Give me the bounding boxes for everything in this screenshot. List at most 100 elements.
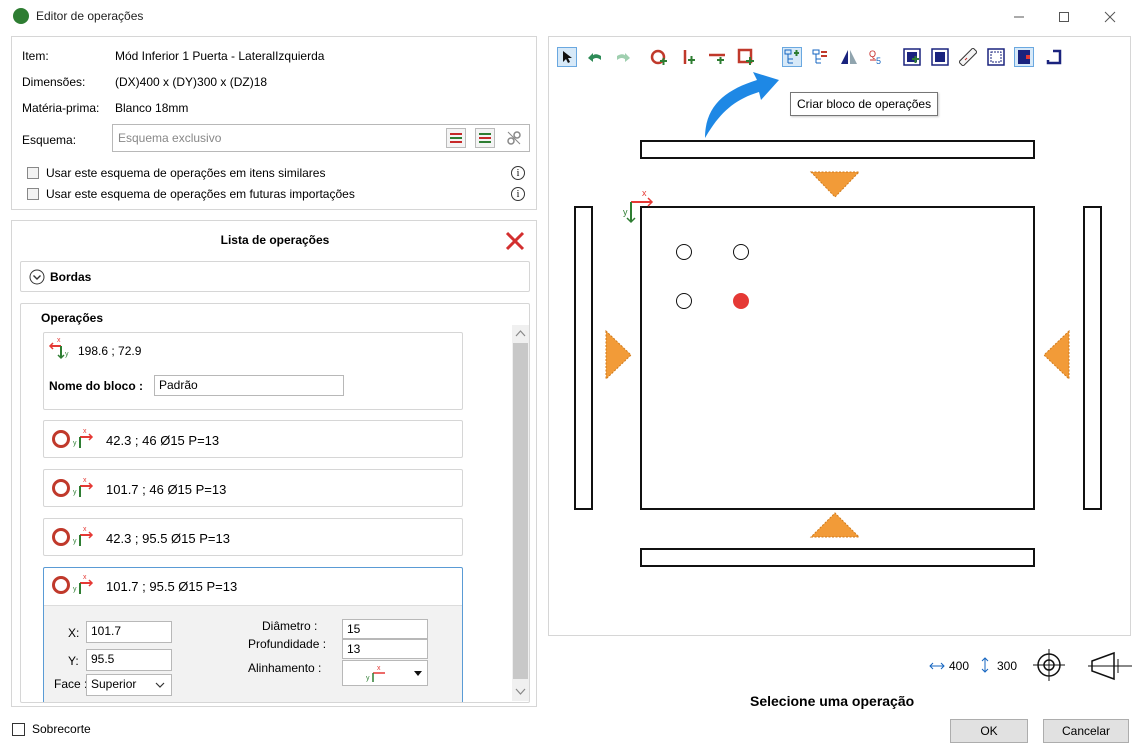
redo-icon[interactable] (613, 47, 633, 67)
add-panel-icon[interactable] (902, 47, 922, 67)
svg-text:y: y (623, 207, 628, 217)
height-icon (981, 657, 989, 673)
svg-text:x: x (642, 188, 647, 198)
operation-item-text: 42.3 ; 46 Ø15 P=13 (106, 433, 220, 448)
info-icon[interactable]: i (511, 187, 525, 201)
top-edge-marker (809, 171, 861, 198)
block-name-input[interactable]: Padrão (154, 375, 344, 396)
right-edge-strip (1083, 206, 1102, 510)
add-hole-icon[interactable] (649, 47, 669, 67)
svg-text:y: y (73, 440, 77, 447)
operation-item-text: 42.3 ; 95.5 Ø15 P=13 (106, 531, 230, 546)
x-input[interactable]: 101.7 (86, 621, 172, 643)
similar-items-label: Usar este esquema de operações em itens … (46, 166, 326, 180)
future-imports-checkbox[interactable] (27, 188, 39, 200)
svg-text:y: y (65, 351, 69, 358)
frame-icon[interactable] (986, 47, 1006, 67)
title-bar: Editor de operações (0, 0, 1141, 34)
block-list-icon[interactable] (810, 47, 830, 67)
svg-text:y: y (366, 675, 370, 682)
right-edge-marker (1043, 329, 1070, 381)
mirror-icon[interactable] (839, 47, 859, 67)
add-vertical-cut-icon[interactable] (678, 47, 698, 67)
operation-detail: X: 101.7 Y: 95.5 Face : Superior Diâmetr… (44, 605, 462, 702)
measure-icon[interactable] (958, 47, 978, 67)
remove-panel-icon[interactable] (930, 47, 950, 67)
swap-icon[interactable]: Q5 (867, 47, 887, 67)
dimensions-label: Dimensões: (22, 75, 86, 89)
close-icon[interactable] (1087, 0, 1133, 34)
face-label: Face : (54, 677, 88, 691)
target-icon[interactable] (1032, 648, 1066, 682)
minimize-icon[interactable] (996, 0, 1042, 34)
operation-item[interactable]: x y 42.3 ; 95.5 Ø15 P=13 (43, 518, 463, 556)
ok-button[interactable]: OK (950, 719, 1028, 743)
unlink-icon[interactable] (504, 128, 524, 148)
undo-icon[interactable] (585, 47, 605, 67)
hole-icon (52, 479, 70, 497)
y-label: Y: (68, 654, 79, 668)
pointer-tool-icon[interactable] (557, 47, 577, 67)
diameter-input[interactable]: 15 (342, 619, 428, 639)
depth-input[interactable]: 13 (342, 639, 428, 659)
dimensions-value: (DX)400 x (DY)300 x (DZ)18 (115, 75, 268, 89)
axis-icon: x y (73, 526, 94, 546)
face-select[interactable]: Superior (86, 674, 172, 696)
svg-text:x: x (83, 574, 87, 581)
operation-block-card[interactable]: x y 198.6 ; 72.9 Nome do bloco : Padrão (43, 332, 463, 410)
cancel-button[interactable]: Cancelar (1043, 719, 1129, 743)
operations-section: Operações x y 198.6 ; 72.9 Nome do bloco… (20, 303, 530, 703)
oversize-checkbox[interactable] (12, 723, 25, 736)
svg-text:x: x (83, 477, 87, 484)
width-value: 400 (949, 659, 970, 673)
hole-icon (52, 430, 70, 448)
scroll-down-icon[interactable] (512, 683, 529, 700)
scrollbar-thumb[interactable] (513, 343, 528, 679)
scrollbar[interactable] (512, 325, 529, 701)
scheme-label: Esquema: (22, 133, 77, 147)
hole-icon (52, 576, 70, 594)
scheme-input[interactable]: Esquema exclusivo (112, 124, 530, 152)
operation-item-text: 101.7 ; 95.5 Ø15 P=13 (106, 579, 238, 594)
alignment-label: Alinhamento : (248, 661, 322, 675)
save-scheme-icon[interactable] (475, 128, 495, 148)
face-select-value: Superior (91, 677, 137, 691)
app-icon (13, 8, 29, 24)
view-toggle-icon[interactable] (1014, 47, 1034, 67)
operation-item[interactable]: x y 42.3 ; 46 Ø15 P=13 (43, 420, 463, 458)
diameter-label: Diâmetro : (262, 619, 318, 633)
status-message: Selecione uma operação (750, 693, 915, 709)
axis-icon: x y (48, 337, 69, 360)
chevron-down-icon (155, 682, 165, 688)
selected-hole-marker (733, 293, 749, 309)
depth-label: Profundidade : (248, 637, 327, 651)
rotate-icon[interactable] (1044, 47, 1064, 67)
main-panel (640, 206, 1035, 510)
hole-marker (676, 244, 692, 260)
load-scheme-icon[interactable] (446, 128, 466, 148)
hole-icon (52, 528, 70, 546)
operation-item[interactable]: x y 101.7 ; 46 Ø15 P=13 (43, 469, 463, 507)
block-coords: 198.6 ; 72.9 (78, 344, 142, 358)
svg-text:x: x (57, 337, 61, 344)
chevron-down-icon[interactable] (29, 269, 45, 285)
panel-drawing: x y (574, 140, 1102, 567)
material-value: Blanco 18mm (115, 101, 189, 115)
edges-section[interactable]: Bordas (20, 261, 530, 292)
svg-text:5: 5 (876, 56, 881, 66)
perspective-view-icon[interactable] (1088, 651, 1132, 681)
maximize-icon[interactable] (1041, 0, 1087, 34)
operation-item-text: 101.7 ; 46 Ø15 P=13 (106, 482, 227, 497)
edges-label: Bordas (50, 270, 92, 284)
operation-item-selected[interactable]: x y 101.7 ; 95.5 Ø15 P=13 X: 101.7 Y: 95… (43, 567, 463, 702)
scroll-up-icon[interactable] (512, 325, 529, 342)
operations-label: Operações (41, 311, 104, 325)
info-icon[interactable]: i (511, 166, 525, 180)
similar-items-checkbox[interactable] (27, 167, 39, 179)
bottom-edge-strip (640, 548, 1035, 567)
alignment-select[interactable]: x y (342, 660, 428, 686)
y-input[interactable]: 95.5 (86, 649, 172, 671)
svg-text:y: y (73, 538, 77, 545)
close-list-icon[interactable] (503, 229, 527, 253)
block-name-label: Nome do bloco : (49, 379, 143, 393)
